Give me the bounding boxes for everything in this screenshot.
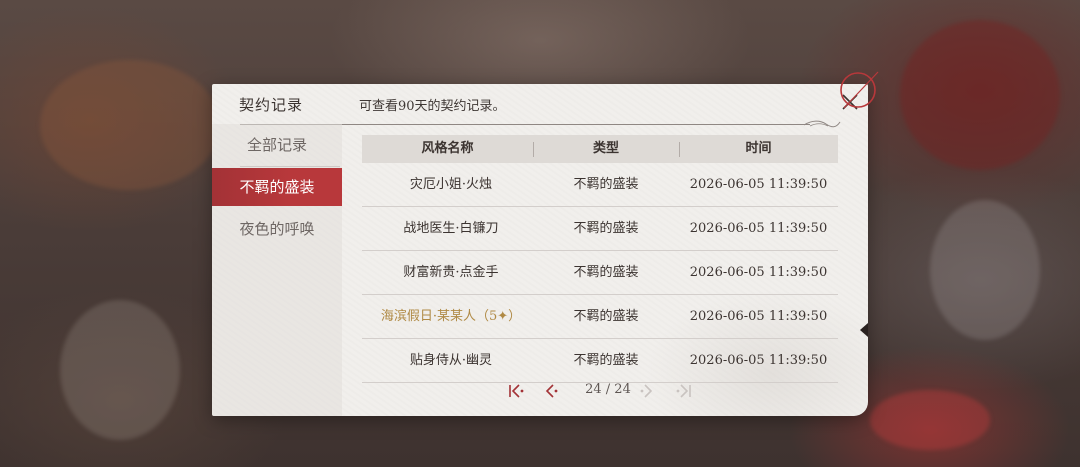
- sidebar-divider: [240, 166, 340, 167]
- table-row: 战地医生·白镰刀 不羁的盛装 2026-06-05 11:39:50: [362, 207, 838, 251]
- cell-time: 2026-06-05 11:39:50: [689, 353, 828, 368]
- table-row: 财富新贵·点金手 不羁的盛装 2026-06-05 11:39:50: [362, 251, 838, 295]
- cell-style-name-highlighted: 海滨假日·某某人（5✦）: [380, 309, 522, 324]
- cell-time: 2026-06-05 11:39:50: [689, 309, 828, 324]
- dialog-title: 契约记录: [239, 96, 304, 114]
- background-blur-shape: [930, 200, 1040, 340]
- sidebar-item-night-call[interactable]: 夜色的呼唤: [212, 210, 342, 248]
- sidebar-item-label: 夜色的呼唤: [239, 220, 315, 238]
- table-row: 贴身侍从·幽灵 不羁的盛装 2026-06-05 11:39:50: [362, 339, 838, 383]
- corner-ornament-icon: [840, 71, 879, 109]
- cell-type: 不羁的盛装: [573, 221, 639, 236]
- cell-type: 不羁的盛装: [573, 177, 639, 192]
- cell-style-name: 财富新贵·点金手: [403, 265, 499, 280]
- last-page-icon[interactable]: [674, 381, 694, 401]
- column-header-type: 类型: [592, 141, 619, 156]
- next-page-icon[interactable]: [636, 381, 656, 401]
- background-blur-shape: [870, 390, 990, 450]
- background-blur-shape: [40, 60, 220, 190]
- background-blur-shape: [900, 20, 1060, 170]
- cell-type: 不羁的盛装: [573, 353, 639, 368]
- sidebar-item-label: 不羁的盛装: [239, 178, 315, 196]
- cell-style-name: 战地医生·白镰刀: [403, 221, 499, 236]
- sidebar-item-unruly-dress[interactable]: 不羁的盛装: [212, 168, 342, 206]
- record-category-sidebar: 全部记录 不羁的盛装 夜色的呼唤: [212, 124, 342, 416]
- table-row: 海滨假日·某某人（5✦） 不羁的盛装 2026-06-05 11:39:50: [362, 295, 838, 339]
- cell-time: 2026-06-05 11:39:50: [689, 177, 828, 192]
- background-blur-shape: [60, 300, 180, 440]
- dialog-header: 契约记录 可查看90天的契约记录。: [212, 84, 868, 128]
- prev-page-icon[interactable]: [542, 381, 562, 401]
- cell-type: 不羁的盛装: [573, 265, 639, 280]
- cell-time: 2026-06-05 11:39:50: [689, 221, 828, 236]
- table-header: 风格名称 类型 时间: [362, 135, 838, 163]
- dialog-subtitle: 可查看90天的契约记录。: [359, 99, 506, 114]
- side-arrow-icon: [860, 323, 868, 337]
- flourish-ornament-icon: [803, 120, 841, 128]
- cell-type: 不羁的盛装: [573, 309, 639, 324]
- table-row: 灾厄小姐·火烛 不羁的盛装 2026-06-05 11:39:50: [362, 163, 838, 207]
- column-header-time: 时间: [745, 141, 772, 156]
- contract-record-dialog: 契约记录 可查看90天的契约记录。 全部记录 不羁的盛装 夜色的呼唤 风格名称 …: [212, 84, 868, 416]
- sidebar-item-label: 全部记录: [246, 136, 307, 154]
- cell-time: 2026-06-05 11:39:50: [689, 265, 828, 280]
- pagination: 24 / 24: [502, 381, 732, 401]
- cell-style-name: 灾厄小姐·火烛: [409, 177, 493, 192]
- column-header-style-name: 风格名称: [421, 141, 474, 156]
- cell-style-name: 贴身侍从·幽灵: [409, 353, 493, 368]
- record-table: 风格名称 类型 时间 灾厄小姐·火烛 不羁的盛装 2026-06-05 11:3…: [362, 135, 838, 383]
- first-page-icon[interactable]: [506, 381, 526, 401]
- sidebar-item-all-records[interactable]: 全部记录: [212, 126, 342, 164]
